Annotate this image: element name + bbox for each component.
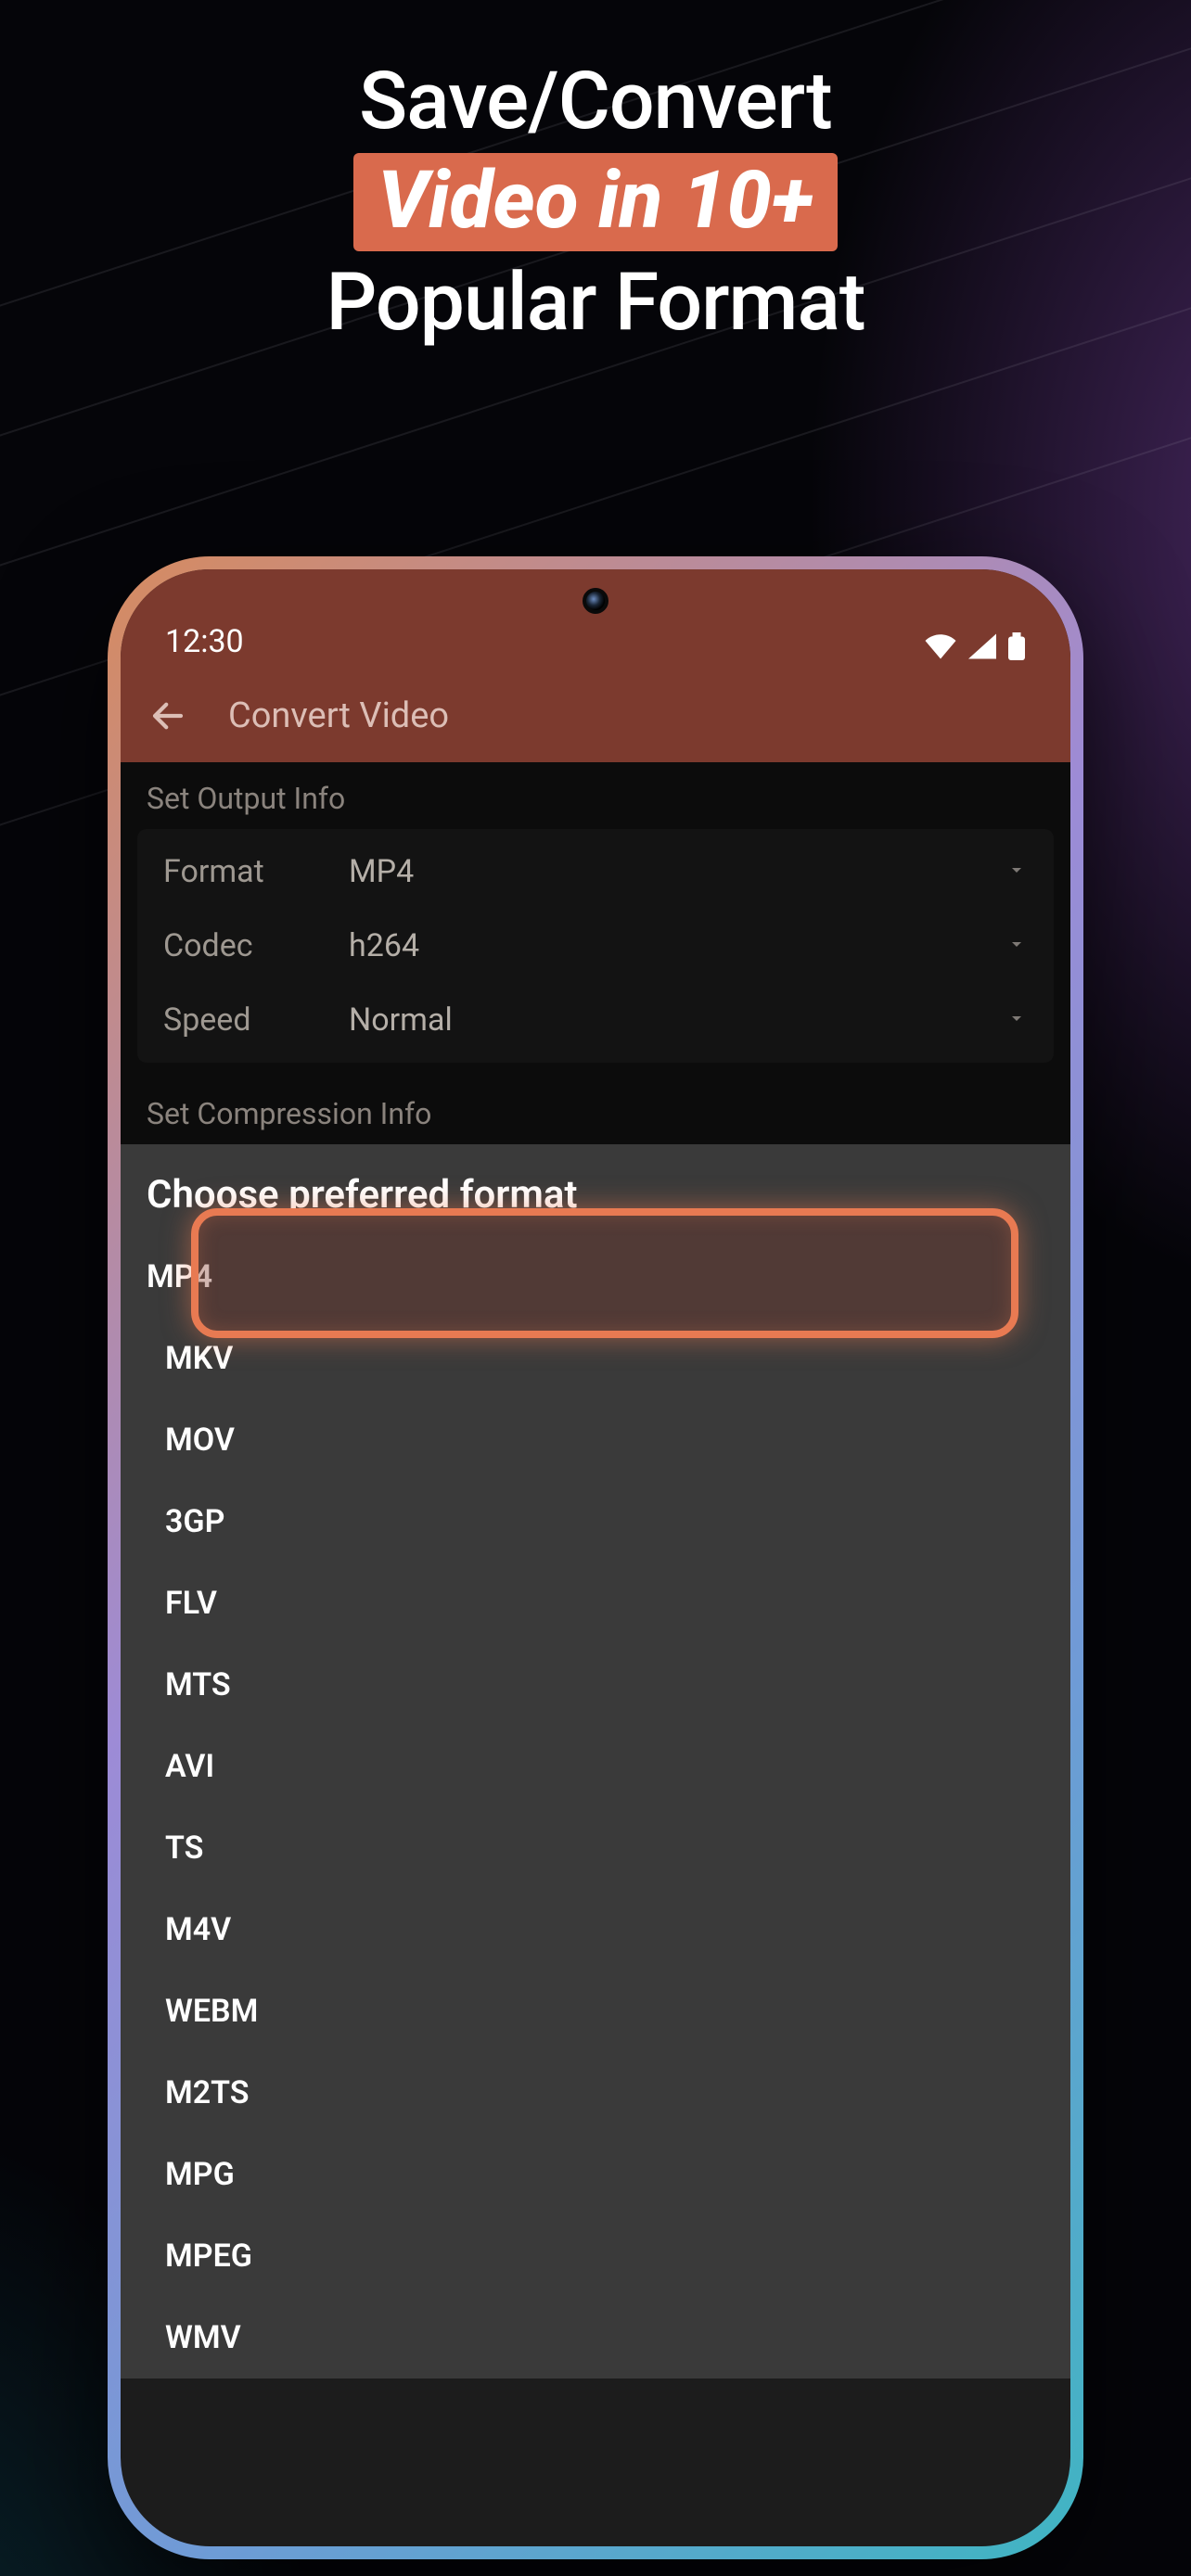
speed-row[interactable]: Speed Normal <box>137 983 1054 1057</box>
chevron-down-icon <box>1005 933 1028 959</box>
format-option-mov[interactable]: MOV <box>121 1399 1070 1481</box>
format-option-avi[interactable]: AVI <box>121 1726 1070 1807</box>
status-time: 12:30 <box>165 623 244 660</box>
battery-icon <box>1007 632 1026 660</box>
chevron-down-icon <box>1005 1007 1028 1033</box>
marketing-headline: Save/Convert Video in 10+ Popular Format <box>0 56 1191 349</box>
format-option-mpg[interactable]: MPG <box>121 2134 1070 2215</box>
format-option-ts[interactable]: TS <box>121 1807 1070 1889</box>
front-camera <box>583 588 608 614</box>
back-button[interactable] <box>148 696 187 735</box>
speed-value: Normal <box>349 1001 1005 1039</box>
format-option-3gp[interactable]: 3GP <box>121 1481 1070 1562</box>
format-option-m4v[interactable]: M4V <box>121 1889 1070 1970</box>
format-option-m2ts[interactable]: M2TS <box>121 2052 1070 2134</box>
headline-line-1: Save/Convert <box>0 56 1191 147</box>
phone-frame: 12:30 Convert Video <box>108 556 1083 2559</box>
page-title: Convert Video <box>228 695 449 736</box>
format-option-mts[interactable]: MTS <box>121 1644 1070 1726</box>
signal-icon <box>968 633 996 659</box>
format-value: MP4 <box>349 853 1005 890</box>
headline-line-3: Popular Format <box>0 257 1191 349</box>
output-card: Format MP4 Codec h264 Spee <box>137 829 1054 1063</box>
format-option-mpeg[interactable]: MPEG <box>121 2215 1070 2297</box>
chevron-down-icon <box>1005 859 1028 885</box>
format-label: Format <box>163 853 349 890</box>
speed-label: Speed <box>163 1001 349 1039</box>
codec-label: Codec <box>163 927 349 964</box>
format-option-webm[interactable]: WEBM <box>121 1970 1070 2052</box>
format-option-wmv[interactable]: WMV <box>121 2297 1070 2378</box>
format-option-mp4[interactable]: MP4 <box>121 1236 1070 1318</box>
codec-row[interactable]: Codec h264 <box>137 909 1054 983</box>
format-option-flv[interactable]: FLV <box>121 1562 1070 1644</box>
section-compression-title: Set Compression Info <box>121 1078 1070 1144</box>
app-bar: Convert Video <box>121 670 1070 762</box>
headline-highlight: Video in 10+ <box>353 153 837 252</box>
wifi-icon <box>924 633 957 659</box>
status-bar: 12:30 <box>121 569 1070 670</box>
section-output-title: Set Output Info <box>121 762 1070 829</box>
phone-screen: 12:30 Convert Video <box>121 569 1070 2546</box>
format-sheet: Choose preferred format MP4MKVMOV3GPFLVM… <box>121 1144 1070 2378</box>
format-option-mkv[interactable]: MKV <box>121 1318 1070 1399</box>
codec-value: h264 <box>349 927 1005 964</box>
format-row[interactable]: Format MP4 <box>137 835 1054 909</box>
sheet-title: Choose preferred format <box>121 1144 1070 1236</box>
